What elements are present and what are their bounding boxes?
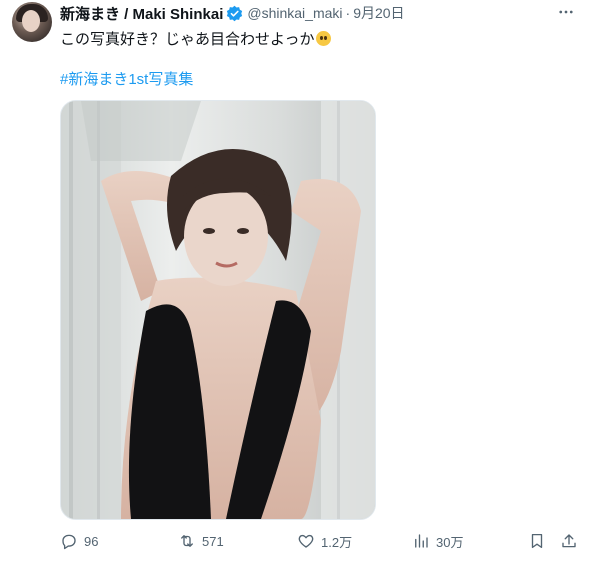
avatar[interactable] <box>12 2 52 42</box>
like-count: 1.2万 <box>321 534 353 550</box>
like-button[interactable]: 1.2万 <box>297 530 352 552</box>
action-bar: 96 571 1.2万 30万 <box>60 530 584 552</box>
bookmark-icon <box>531 533 543 549</box>
like-icon <box>298 534 314 548</box>
bookmark-button[interactable] <box>528 530 546 552</box>
retweet-count: 571 <box>202 533 224 549</box>
avatar-face <box>22 10 40 32</box>
display-name[interactable]: 新海まき / Maki Shinkai <box>60 3 223 24</box>
hashtag-link[interactable]: #新海まき1st写真集 <box>60 68 193 89</box>
reply-count: 96 <box>84 533 99 549</box>
verified-badge-icon <box>227 5 243 21</box>
tweet-text: この写真好き？じゃあ目合わせよっか <box>60 28 331 49</box>
share-icon <box>562 534 576 548</box>
views-count: 30万 <box>436 534 464 550</box>
separator-dot: · <box>345 5 351 21</box>
share-button[interactable] <box>560 530 578 552</box>
reply-button[interactable]: 96 <box>60 530 98 552</box>
more-icon[interactable] <box>555 2 577 22</box>
retweet-button[interactable]: 571 <box>178 530 224 552</box>
handle[interactable]: @shinkai_maki <box>247 5 342 21</box>
views-button[interactable]: 30万 <box>412 530 463 552</box>
photo-illustration <box>61 101 375 519</box>
tweet-text-content: この写真好き？じゃあ目合わせよっか <box>60 31 315 48</box>
retweet-icon <box>181 535 193 547</box>
tweet-photo[interactable] <box>60 100 376 520</box>
tweet-header: 新海まき / Maki Shinkai @shinkai_maki · 9月20… <box>60 3 405 24</box>
tweet-date[interactable]: 9月20日 <box>353 3 404 23</box>
reply-icon <box>62 534 76 550</box>
views-icon <box>415 534 428 548</box>
pleading-face-emoji <box>315 31 331 46</box>
